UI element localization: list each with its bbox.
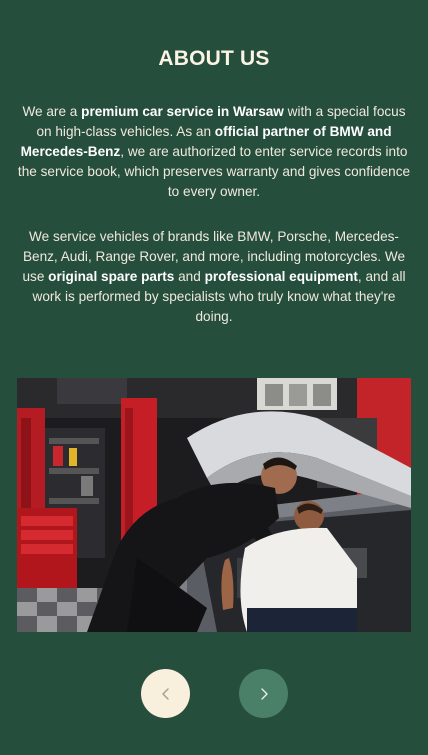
chevron-left-icon [159,687,173,701]
section-title: ABOUT US [158,47,270,70]
carousel-next-button[interactable] [239,669,288,718]
services-paragraph: We service vehicles of brands like BMW, … [16,227,412,327]
mechanics-working-image [17,378,411,632]
intro-text-1: We are a [22,104,82,119]
services-bold-1: original spare parts [48,269,175,284]
services-bold-2: professional equipment [204,269,358,284]
carousel-prev-button[interactable] [141,669,190,718]
services-text-2: and [174,269,205,284]
about-us-section: ABOUT US We are a premium car service in… [0,0,428,755]
chevron-right-icon [257,687,271,701]
intro-bold-1: premium car service in Warsaw [81,104,284,119]
intro-paragraph: We are a premium car service in Warsaw w… [16,102,412,202]
